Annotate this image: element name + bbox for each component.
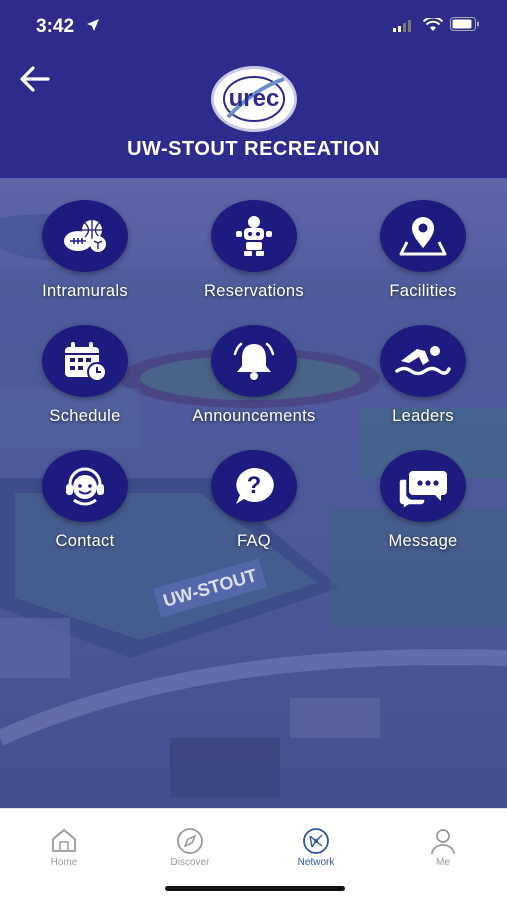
battery-icon — [450, 17, 479, 31]
tab-home[interactable]: Home — [24, 819, 104, 869]
tile-icon-circle — [380, 450, 466, 522]
back-arrow-icon[interactable] — [18, 64, 52, 94]
tile-icon-circle — [380, 200, 466, 272]
header: 3:42 urec UW-STOUT RECREATION — [0, 0, 507, 178]
tab-label: Home — [50, 857, 78, 868]
headset-icon — [66, 467, 104, 506]
network-icon — [303, 828, 329, 854]
tile-icon-circle — [42, 325, 128, 397]
status-time: 3:42 — [36, 16, 75, 37]
tile-leaders[interactable]: Leaders — [338, 303, 507, 425]
tile-label: Announcements — [192, 407, 316, 425]
robot-icon — [236, 216, 272, 256]
menu-grid: Intramurals Reservations Facilities Sche… — [0, 178, 507, 578]
tile-icon-circle: ? — [211, 450, 297, 522]
tab-discover[interactable]: Discover — [150, 819, 230, 869]
tile-label: Schedule — [49, 407, 121, 425]
svg-text:urec: urec — [229, 85, 280, 112]
tile-icon-circle — [211, 200, 297, 272]
tile-label: Leaders — [392, 407, 454, 425]
svg-text:?: ? — [247, 472, 262, 499]
tile-contact[interactable]: Contact — [0, 428, 170, 550]
home-icon — [52, 828, 76, 852]
tab-me[interactable]: Me — [403, 819, 483, 869]
tile-message[interactable]: Message — [338, 428, 507, 550]
swimmer-icon — [395, 346, 451, 376]
tile-reservations[interactable]: Reservations — [169, 178, 339, 300]
tile-faq[interactable]: ? FAQ — [169, 428, 339, 550]
tile-label: Reservations — [204, 282, 304, 300]
compass-icon — [177, 828, 203, 854]
status-bar: 3:42 — [0, 0, 507, 44]
tile-label: FAQ — [237, 532, 271, 550]
tile-intramurals[interactable]: Intramurals — [0, 178, 170, 300]
tile-schedule[interactable]: Schedule — [0, 303, 170, 425]
calendar-clock-icon — [65, 342, 107, 382]
wifi-icon — [423, 18, 443, 31]
urec-logo: urec — [211, 66, 297, 132]
tile-icon-circle — [211, 325, 297, 397]
tab-network[interactable]: Network — [276, 819, 356, 869]
page-title: UW-STOUT RECREATION — [127, 138, 380, 160]
tab-label: Network — [297, 857, 335, 868]
question-bubble-icon: ? — [236, 467, 274, 504]
tile-label: Message — [388, 532, 458, 550]
tile-label: Facilities — [389, 282, 457, 300]
tile-label: Intramurals — [42, 282, 128, 300]
tile-icon-circle — [380, 325, 466, 397]
sports-balls-icon — [64, 220, 106, 252]
map-pin-icon — [399, 217, 447, 256]
home-indicator — [165, 886, 345, 891]
signal-icon — [393, 20, 411, 32]
tile-icon-circle — [42, 450, 128, 522]
tile-icon-circle — [42, 200, 128, 272]
tab-label: Discover — [170, 857, 210, 868]
bell-icon — [233, 342, 275, 380]
tab-label: Me — [436, 857, 450, 868]
chat-bubbles-icon — [398, 471, 447, 507]
person-icon — [431, 829, 455, 855]
location-arrow-icon — [87, 19, 99, 31]
tile-facilities[interactable]: Facilities — [338, 178, 507, 300]
tile-announcements[interactable]: Announcements — [169, 303, 339, 425]
tile-label: Contact — [55, 532, 115, 550]
